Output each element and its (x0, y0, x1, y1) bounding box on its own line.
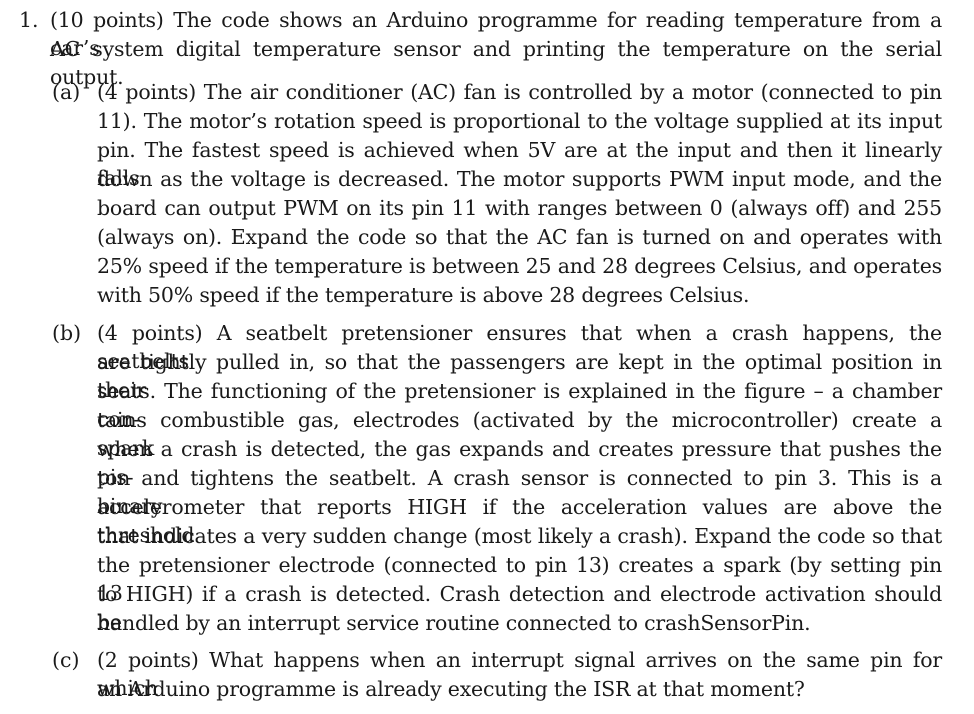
part-b-line: handled by an interrupt service routine … (97, 611, 811, 635)
part-a-line: 11). The motor’s rotation speed is propo… (97, 109, 942, 133)
exam-page: 1. (10 points) The code shows an Arduino… (0, 0, 974, 714)
part-b-line: that indicates a very sudden change (mos… (97, 524, 942, 548)
part-c-line: an Arduino programme is already executin… (97, 677, 805, 701)
part-c-label: (c) (52, 648, 80, 672)
part-a-line: (always on). Expand the code so that the… (97, 225, 942, 249)
part-a-label: (a) (52, 80, 81, 104)
part-a-line: with 50% speed if the temperature is abo… (97, 283, 750, 307)
part-b-label: (b) (52, 321, 82, 345)
part-a-line: board can output PWM on its pin 11 with … (97, 196, 942, 220)
question-number: 1. (19, 8, 39, 32)
part-a-line: down as the voltage is decreased. The mo… (97, 167, 942, 191)
part-a-line: 25% speed if the temperature is between … (97, 254, 942, 278)
part-a-line: (4 points) The air conditioner (AC) fan … (97, 80, 942, 104)
